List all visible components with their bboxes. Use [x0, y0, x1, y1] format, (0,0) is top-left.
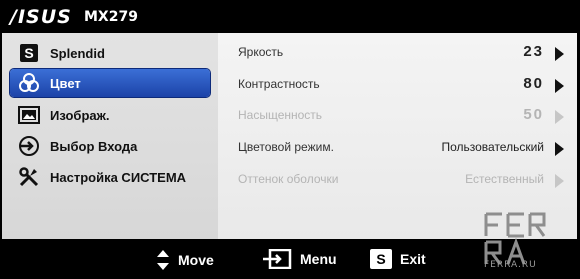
sidebar-item-image[interactable]: Изображ. — [10, 101, 210, 129]
setting-color-mode[interactable]: Цветовой режим. Пользовательский — [238, 137, 568, 159]
sidebar-item-color[interactable]: Цвет — [10, 69, 210, 97]
brand-logo: /ISUS — [10, 6, 72, 28]
sidebar-item-system-setup[interactable]: Настройка СИСТЕМА — [10, 163, 210, 191]
setting-value: Пользовательский — [441, 140, 544, 154]
menu-enter-icon — [262, 249, 292, 269]
setting-saturation: Насыщенность 50 — [238, 105, 568, 127]
setting-name: Насыщенность — [238, 108, 323, 122]
sidebar-item-splendid[interactable]: S Splendid — [10, 39, 210, 67]
exit-hint[interactable]: S Exit — [370, 249, 426, 269]
sidebar-item-label: Настройка СИСТЕМА — [50, 169, 187, 185]
setting-name: Яркость — [238, 45, 284, 59]
exit-s-key-icon: S — [370, 249, 392, 269]
color-circles-icon — [18, 72, 40, 94]
menu-label: Menu — [300, 251, 337, 267]
menu-sidebar: S Splendid Цвет Изображ. Выбор Входа Нас… — [2, 33, 218, 239]
setting-name: Контрастность — [238, 77, 320, 91]
setting-brightness[interactable]: Яркость 23 — [238, 42, 568, 64]
setting-skin-tone: Оттенок оболочки Естественный — [238, 169, 568, 191]
setting-value: 50 — [523, 106, 544, 123]
sidebar-item-label: Выбор Входа — [50, 138, 138, 154]
sidebar-item-label: Изображ. — [50, 107, 110, 123]
setting-name: Цветовой режим. — [238, 140, 334, 154]
osd-header: /ISUS MX279 — [0, 0, 580, 33]
splendid-s-icon: S — [18, 42, 40, 64]
move-hint[interactable]: Move — [156, 249, 214, 271]
model-name: MX279 — [84, 9, 138, 25]
setting-value: 23 — [523, 43, 544, 60]
sidebar-item-label: Splendid — [50, 45, 105, 61]
sidebar-item-label: Цвет — [50, 75, 81, 91]
input-select-icon — [18, 135, 40, 157]
arrow-right-icon — [555, 110, 564, 124]
arrow-right-icon — [555, 79, 564, 93]
setting-contrast[interactable]: Контрастность 80 — [238, 74, 568, 96]
arrow-right-icon — [555, 142, 564, 156]
setting-name: Оттенок оболочки — [238, 172, 339, 186]
svg-text:S: S — [24, 45, 33, 61]
setting-value: 80 — [523, 75, 544, 92]
up-down-arrows-icon — [156, 249, 170, 271]
arrow-right-icon — [555, 47, 564, 61]
image-icon — [18, 104, 40, 126]
exit-label: Exit — [400, 251, 426, 267]
move-label: Move — [178, 252, 214, 268]
monitor-osd: /ISUS MX279 S Splendid Цвет Изображ. Выб… — [0, 0, 580, 279]
setting-value: Естественный — [465, 172, 544, 186]
watermark-text: FERRA.RU — [484, 260, 537, 270]
menu-hint[interactable]: Menu — [262, 249, 337, 269]
arrow-right-icon — [555, 174, 564, 188]
sidebar-item-input-select[interactable]: Выбор Входа — [10, 132, 210, 160]
tools-icon — [18, 166, 40, 188]
settings-panel: Яркость 23 Контрастность 80 Насыщенность… — [218, 33, 577, 239]
